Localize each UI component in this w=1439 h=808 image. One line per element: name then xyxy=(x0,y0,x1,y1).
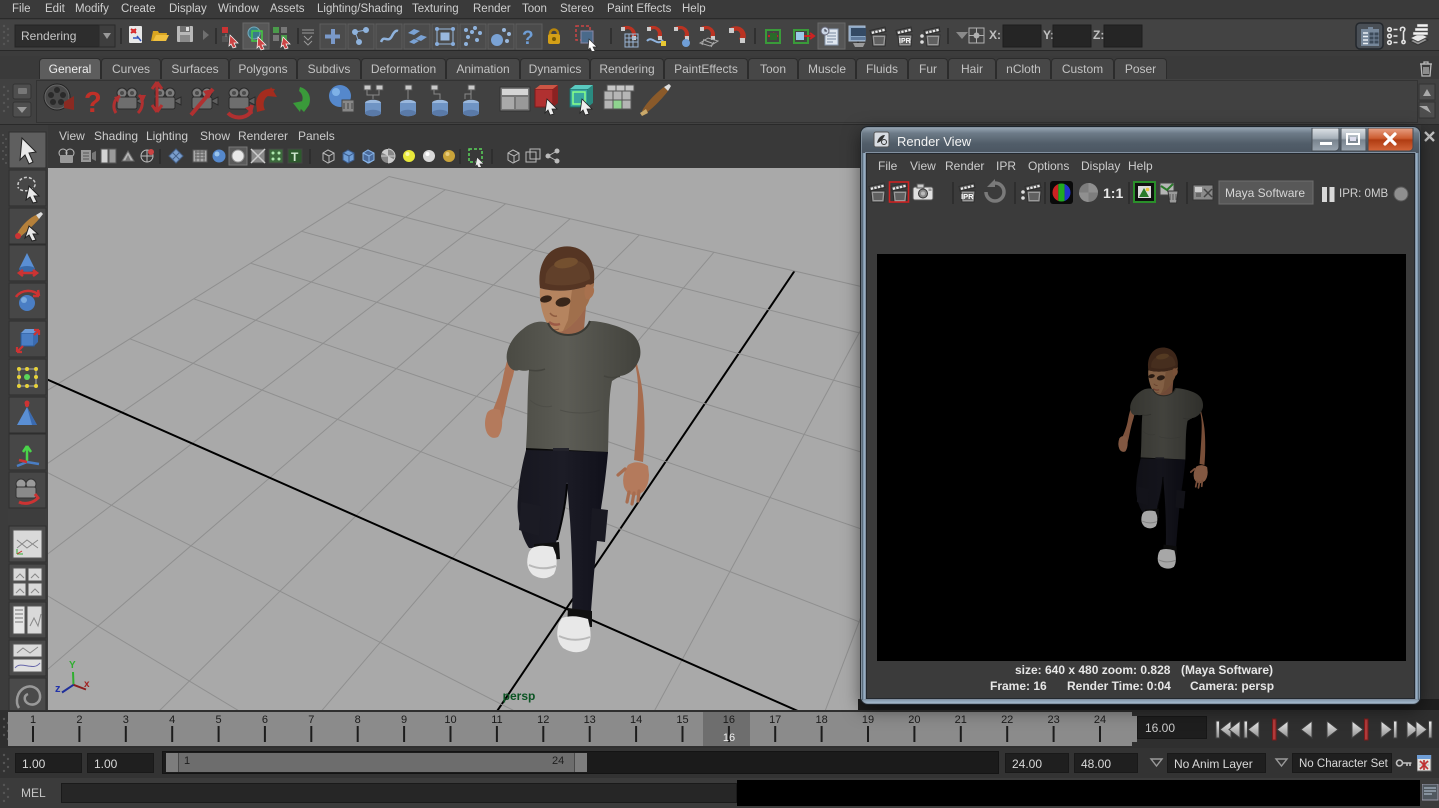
svg-text:18: 18 xyxy=(815,714,827,726)
svg-text:Y: Y xyxy=(69,660,76,671)
svg-text:1:1: 1:1 xyxy=(1103,185,1123,201)
svg-text:11: 11 xyxy=(491,714,502,726)
svg-text:3: 3 xyxy=(123,714,129,726)
svg-text:17: 17 xyxy=(769,714,781,726)
svg-text:IPR: 0MB: IPR: 0MB xyxy=(1339,188,1389,200)
svg-text:9: 9 xyxy=(401,714,407,726)
svg-text:24: 24 xyxy=(1094,714,1106,726)
svg-text:X:: X: xyxy=(989,28,1001,42)
svg-text:5: 5 xyxy=(216,714,222,726)
svg-text:IPR: IPR xyxy=(899,38,911,45)
svg-text:persp: persp xyxy=(503,689,536,703)
svg-text:2: 2 xyxy=(76,714,82,726)
svg-text:16: 16 xyxy=(723,732,735,744)
svg-text:14: 14 xyxy=(630,714,642,726)
svg-text:10: 10 xyxy=(444,714,456,726)
svg-text:z: z xyxy=(55,683,61,695)
svg-text:13: 13 xyxy=(584,714,596,726)
svg-text:Z:: Z: xyxy=(1093,28,1104,42)
svg-text:x: x xyxy=(84,679,90,690)
svg-text:8: 8 xyxy=(355,714,361,726)
svg-text:T: T xyxy=(291,150,299,164)
svg-text:21: 21 xyxy=(955,714,967,726)
svg-text:?: ? xyxy=(84,87,102,119)
svg-text:?: ? xyxy=(522,28,534,49)
svg-text:Maya Software: Maya Software xyxy=(1225,186,1305,200)
svg-text:IPR: IPR xyxy=(961,192,974,201)
svg-text:4: 4 xyxy=(169,714,175,726)
svg-text:23: 23 xyxy=(1047,714,1059,726)
svg-text:22: 22 xyxy=(1001,714,1013,726)
svg-text:15: 15 xyxy=(676,714,688,726)
svg-text:6: 6 xyxy=(262,714,268,726)
svg-text:7: 7 xyxy=(308,714,314,726)
svg-text:12: 12 xyxy=(537,714,549,726)
svg-text:19: 19 xyxy=(862,714,874,726)
svg-text:Rendering: Rendering xyxy=(21,29,76,43)
svg-text:1: 1 xyxy=(30,714,36,726)
svg-text:20: 20 xyxy=(908,714,920,726)
svg-text:16: 16 xyxy=(723,714,735,726)
svg-text:Y:: Y: xyxy=(1043,28,1054,42)
